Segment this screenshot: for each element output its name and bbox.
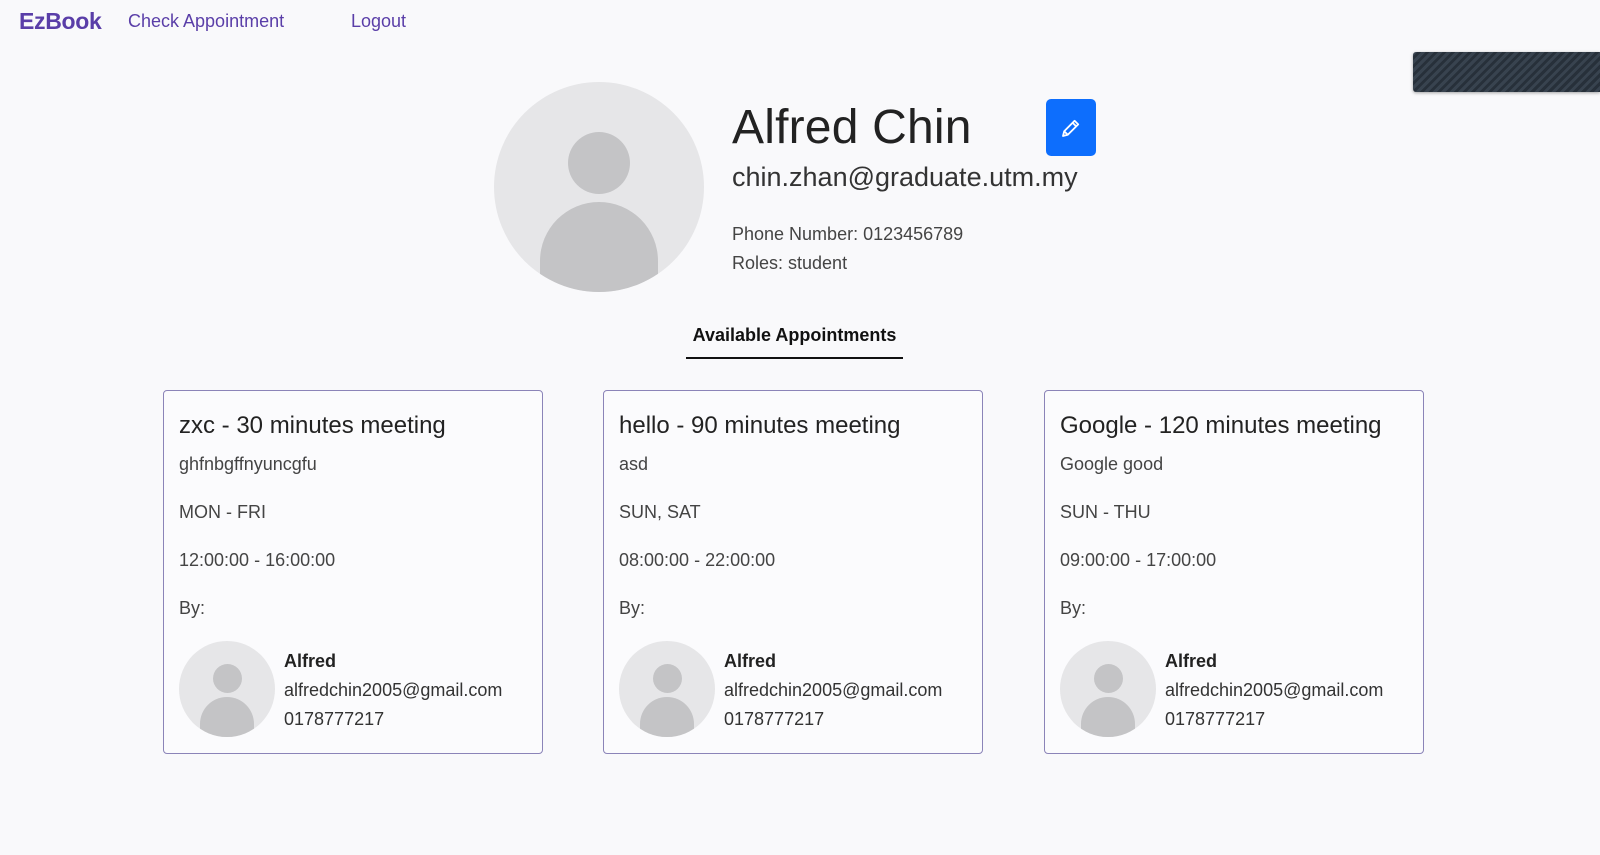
owner-phone: 0178777217 xyxy=(724,709,825,729)
card-time: 08:00:00 - 22:00:00 xyxy=(619,550,776,570)
tab-available-appointments[interactable]: Available Appointments xyxy=(686,325,903,359)
owner-phone: 0178777217 xyxy=(284,709,385,729)
card-description: ghfnbgffnyuncgfu xyxy=(179,454,317,474)
card-days: MON - FRI xyxy=(179,502,266,522)
owner-avatar xyxy=(179,641,275,737)
owner-email: alfredchin2005@gmail.com xyxy=(724,680,943,700)
card-title: hello - 90 minutes meeting xyxy=(619,412,901,439)
appointment-card[interactable]: Google - 120 minutes meeting Google good… xyxy=(1044,390,1424,754)
owner-email: alfredchin2005@gmail.com xyxy=(1165,680,1384,700)
profile-phone: Phone Number: 0123456789 xyxy=(732,224,964,244)
owner-avatar xyxy=(619,641,715,737)
profile-email: chin.zhan@graduate.utm.my xyxy=(732,162,1078,192)
owner-name: Alfred xyxy=(724,651,777,671)
card-time: 09:00:00 - 17:00:00 xyxy=(1060,550,1217,570)
owner-name: Alfred xyxy=(1165,651,1218,671)
pencil-icon xyxy=(1062,119,1080,137)
edit-profile-button[interactable] xyxy=(1046,99,1096,156)
card-days: SUN, SAT xyxy=(619,502,701,522)
brand-logo[interactable]: EzBook xyxy=(19,8,102,35)
card-description: Google good xyxy=(1060,454,1164,474)
owner-avatar xyxy=(1060,641,1156,737)
card-by-label: By: xyxy=(179,598,206,618)
user-placeholder-icon xyxy=(653,664,682,693)
owner-email: alfredchin2005@gmail.com xyxy=(284,680,503,700)
nav-logout[interactable]: Logout xyxy=(351,11,406,32)
profile-avatar xyxy=(494,82,704,292)
profile-name: Alfred Chin xyxy=(732,101,972,154)
appointment-card[interactable]: zxc - 30 minutes meeting ghfnbgffnyuncgf… xyxy=(163,390,543,754)
overlay-toolbar xyxy=(1413,52,1600,92)
card-title: Google - 120 minutes meeting xyxy=(1060,412,1382,439)
user-placeholder-icon xyxy=(213,664,242,693)
user-placeholder-icon xyxy=(1094,664,1123,693)
profile-roles: Roles: student xyxy=(732,253,848,273)
top-navbar: EzBook Check Appointment Logout xyxy=(0,0,1600,44)
owner-name: Alfred xyxy=(284,651,337,671)
owner-phone: 0178777217 xyxy=(1165,709,1266,729)
card-by-label: By: xyxy=(1060,598,1087,618)
user-placeholder-icon xyxy=(568,132,630,194)
card-description: asd xyxy=(619,454,649,474)
card-by-label: By: xyxy=(619,598,646,618)
appointment-card[interactable]: hello - 90 minutes meeting asd SUN, SAT … xyxy=(603,390,983,754)
card-days: SUN - THU xyxy=(1060,502,1151,522)
card-time: 12:00:00 - 16:00:00 xyxy=(179,550,336,570)
nav-check-appointment[interactable]: Check Appointment xyxy=(128,11,284,32)
card-title: zxc - 30 minutes meeting xyxy=(179,412,446,439)
